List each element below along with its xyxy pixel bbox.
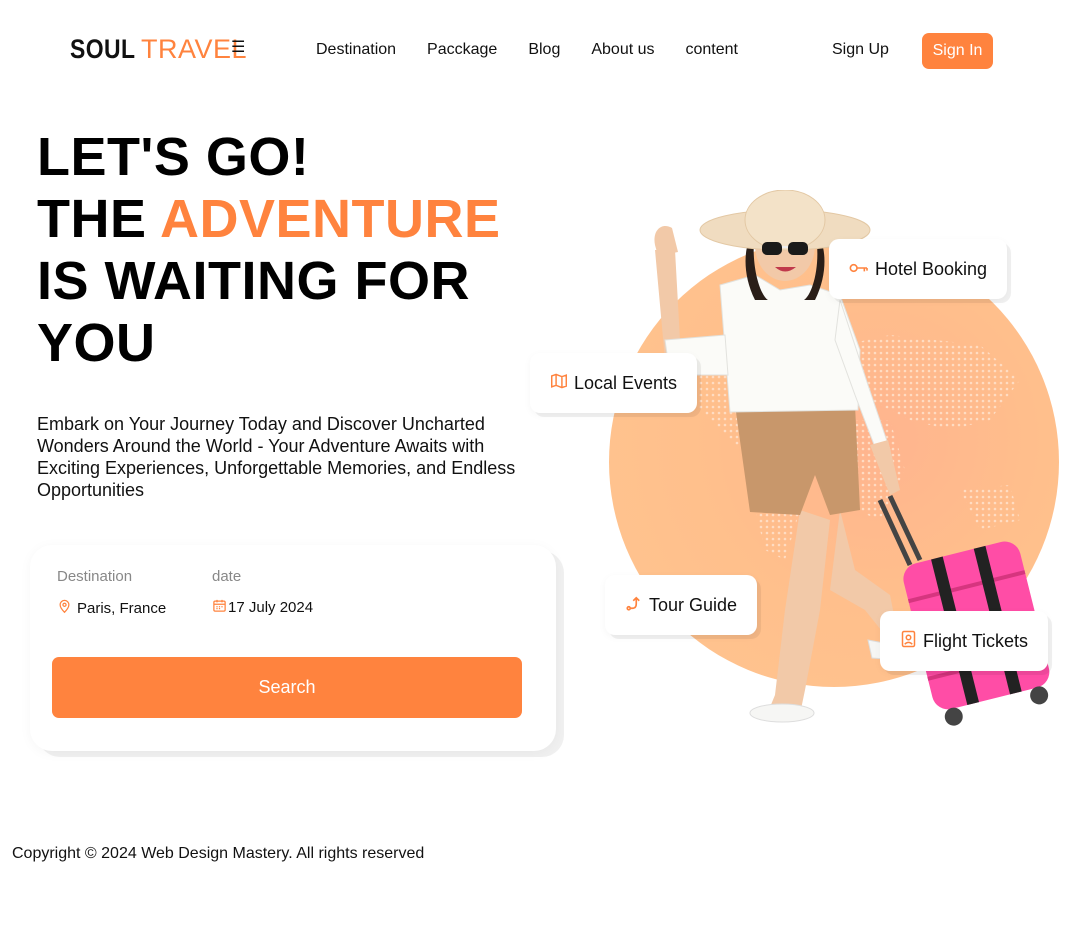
hero-line-2-prefix: THE (37, 189, 160, 249)
main-nav: Destination Pacckage Blog About us conte… (316, 41, 769, 59)
map-icon (550, 373, 568, 394)
hero-line-4: YOU (37, 313, 156, 373)
hotel-booking-chip[interactable]: Hotel Booking (829, 239, 1008, 299)
destination-label: Destination (57, 568, 133, 585)
local-events-chip[interactable]: Local Events (530, 353, 698, 413)
tour-guide-label: Tour Guide (649, 594, 738, 615)
flight-tickets-chip[interactable]: Flight Tickets (880, 611, 1049, 671)
nav-blog[interactable]: Blog (528, 41, 560, 59)
date-field[interactable]: 17 July 2024 (212, 598, 313, 617)
search-button[interactable]: Search (52, 657, 522, 718)
key-icon (849, 259, 869, 280)
logo[interactable]: SOUL TRAVEL (70, 34, 247, 65)
local-events-label: Local Events (574, 372, 678, 393)
hero-title: LET'S GO! THE ADVENTURE IS WAITING FOR Y… (37, 126, 501, 374)
hero-description: Embark on Your Journey Today and Discove… (37, 414, 516, 500)
nav-destination[interactable]: Destination (316, 41, 396, 59)
destination-value: Paris, France (77, 599, 167, 617)
ticket-icon (900, 630, 917, 653)
logo-soul: SOUL (70, 34, 136, 64)
location-pin-icon (57, 598, 72, 618)
search-card: Destination Paris, France date 17 July 2… (30, 545, 556, 751)
date-value: 17 July 2024 (228, 599, 314, 616)
hero-line-2-accent: ADVENTURE (160, 189, 501, 249)
calendar-icon (212, 598, 227, 617)
hotel-booking-label: Hotel Booking (875, 258, 988, 279)
tour-guide-chip[interactable]: Tour Guide (605, 575, 758, 635)
hero-line-1: LET'S GO! (37, 127, 310, 187)
sign-in-button[interactable]: Sign In (922, 33, 993, 69)
menu-icon[interactable]: ☰ (231, 37, 245, 57)
date-label: date (212, 568, 242, 585)
destination-field[interactable]: Paris, France (57, 598, 166, 618)
nav-content[interactable]: content (686, 41, 738, 59)
hero-line-3: IS WAITING FOR (37, 251, 470, 311)
nav-package[interactable]: Pacckage (427, 41, 497, 59)
nav-about-us[interactable]: About us (591, 41, 654, 59)
hero-visual: Hotel Booking Local Events Tour Guide Fl… (530, 190, 1077, 750)
route-icon (625, 594, 643, 617)
flight-tickets-label: Flight Tickets (923, 630, 1029, 651)
footer-copyright: Copyright © 2024 Web Design Mastery. All… (12, 845, 425, 862)
sign-up-link[interactable]: Sign Up (832, 41, 889, 59)
